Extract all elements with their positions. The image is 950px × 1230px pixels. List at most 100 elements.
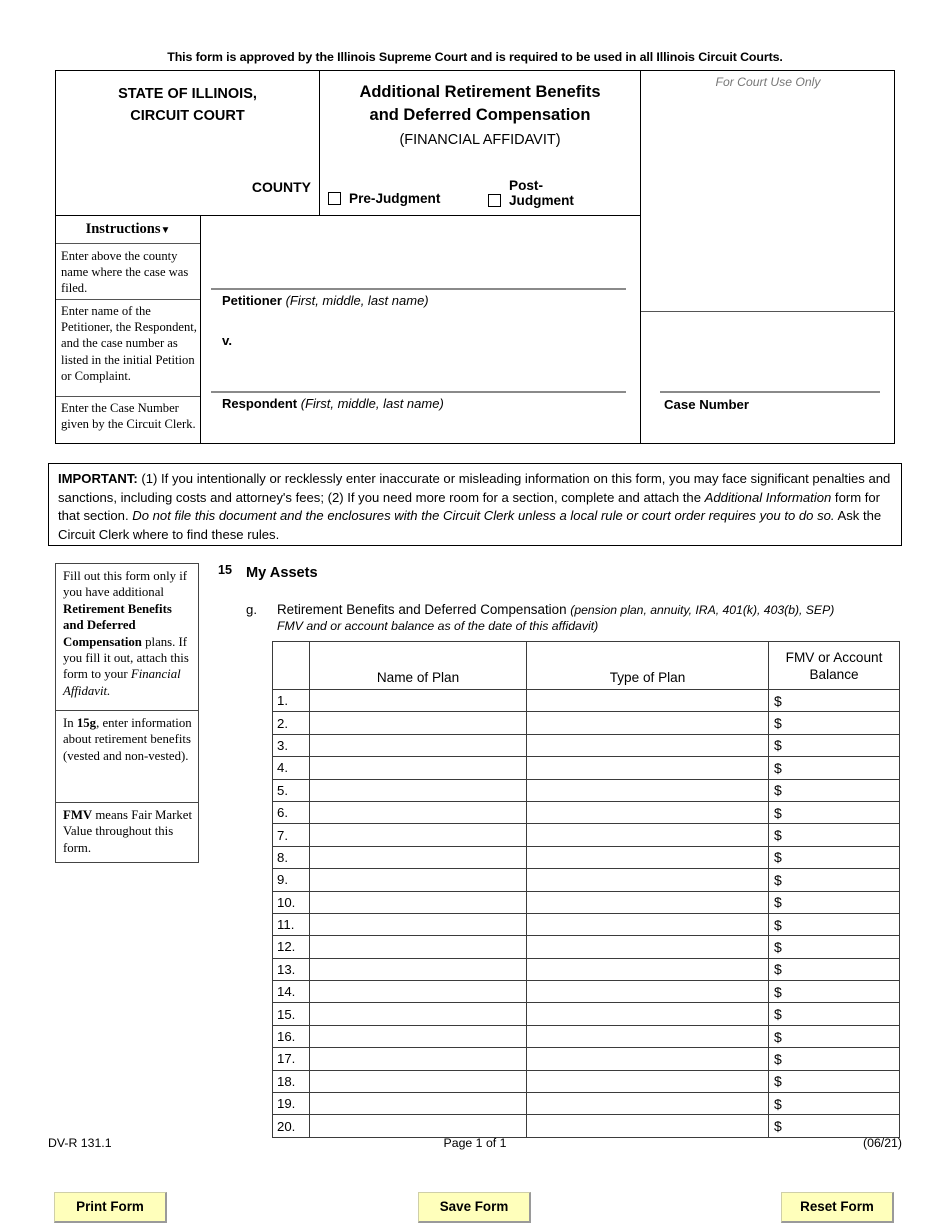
pre-judgment-option[interactable]: Pre-Judgment (328, 190, 440, 208)
print-form-button[interactable]: Print Form (54, 1192, 167, 1223)
type-of-plan-cell[interactable] (526, 912, 769, 937)
row-number-cell: 4. (272, 756, 310, 780)
fmv-balance-cell[interactable]: $ (768, 912, 900, 937)
type-of-plan-cell[interactable] (526, 1092, 769, 1116)
fmv-balance-cell[interactable]: $ (768, 733, 900, 758)
reset-form-button[interactable]: Reset Form (781, 1192, 894, 1223)
name-of-plan-cell[interactable] (309, 912, 527, 937)
section-title: My Assets (246, 565, 318, 581)
name-of-plan-cell[interactable] (309, 823, 527, 847)
fmv-balance-cell[interactable]: $ (768, 756, 900, 780)
instruction-separator-1 (56, 299, 200, 301)
name-of-plan-cell[interactable] (309, 1047, 527, 1071)
post-judgment-checkbox[interactable] (488, 194, 501, 207)
type-of-plan-cell[interactable] (526, 733, 769, 758)
respondent-input-line[interactable] (211, 391, 626, 393)
name-of-plan-cell[interactable] (309, 868, 527, 892)
name-of-plan-cell[interactable] (309, 733, 527, 758)
fmv-balance-cell[interactable]: $ (768, 688, 900, 713)
name-of-plan-cell[interactable] (309, 890, 527, 914)
header-type-of-plan: Type of Plan (526, 641, 769, 690)
fmv-balance-cell[interactable]: $ (768, 711, 900, 735)
fmv-balance-cell[interactable]: $ (768, 890, 900, 914)
instruction-note-case-number: Enter the Case Number given by the Circu… (61, 401, 196, 432)
name-of-plan-cell[interactable] (309, 957, 527, 982)
fmv-balance-cell[interactable]: $ (768, 935, 900, 959)
table-body: 1. $2. $3. $4. $5. $6. $7. $8. $9. $10. $11. $12. $1… (272, 688, 900, 1138)
instructions-header[interactable]: Instructions▼ (56, 216, 200, 243)
fmv-balance-cell[interactable]: $ (768, 980, 900, 1004)
type-of-plan-cell[interactable] (526, 980, 769, 1004)
name-of-plan-cell[interactable] (309, 845, 527, 870)
petitioner-input-line[interactable] (211, 288, 626, 290)
side-note-fmv: FMV means Fair Market Value throughout t… (55, 802, 199, 863)
type-of-plan-cell[interactable] (526, 711, 769, 735)
type-of-plan-cell[interactable] (526, 1069, 769, 1094)
fmv-balance-cell[interactable]: $ (768, 1069, 900, 1094)
fmv-balance-cell[interactable]: $ (768, 957, 900, 982)
type-of-plan-cell[interactable] (526, 890, 769, 914)
type-of-plan-cell[interactable] (526, 957, 769, 982)
type-of-plan-cell[interactable] (526, 756, 769, 780)
name-of-plan-cell[interactable] (309, 1002, 527, 1026)
name-of-plan-cell[interactable] (309, 1092, 527, 1116)
name-of-plan-cell[interactable] (309, 800, 527, 825)
item-g-title-text: Retirement Benefits and Deferred Compens… (277, 602, 567, 617)
type-of-plan-cell[interactable] (526, 688, 769, 713)
fmv-balance-cell[interactable]: $ (768, 1024, 900, 1049)
type-of-plan-cell[interactable] (526, 845, 769, 870)
for-court-use-only-label: For Court Use Only (715, 75, 821, 89)
side-note-0-segment-0: Fill out this form only if you have addi… (63, 569, 188, 600)
versus-text: v. (222, 333, 233, 348)
post-judgment-option[interactable]: Post- Judgment (488, 178, 574, 208)
row-number-cell: 3. (272, 733, 310, 758)
table-header: Name of Plan Type of Plan FMV or Account… (272, 641, 900, 690)
name-of-plan-cell[interactable] (309, 756, 527, 780)
name-of-plan-cell[interactable] (309, 935, 527, 959)
type-of-plan-cell[interactable] (526, 1114, 769, 1138)
header-fmv-line-1: FMV or Account (785, 649, 883, 665)
form-title-line-2: and Deferred Compensation (369, 106, 591, 124)
fmv-balance-cell[interactable]: $ (768, 778, 900, 802)
post-judgment-label: Post- Judgment (509, 178, 574, 208)
fmv-balance-cell[interactable]: $ (768, 823, 900, 847)
fmv-balance-cell[interactable]: $ (768, 845, 900, 870)
fmv-balance-cell[interactable]: $ (768, 1002, 900, 1026)
side-note-2-segment-0: FMV (63, 808, 93, 822)
save-form-button[interactable]: Save Form (418, 1192, 531, 1223)
type-of-plan-cell[interactable] (526, 935, 769, 959)
divider-vertical-instructions (200, 215, 202, 444)
type-of-plan-cell[interactable] (526, 778, 769, 802)
fmv-balance-cell[interactable]: $ (768, 1092, 900, 1116)
type-of-plan-cell[interactable] (526, 800, 769, 825)
type-of-plan-cell[interactable] (526, 823, 769, 847)
name-of-plan-cell[interactable] (309, 1114, 527, 1138)
fmv-balance-cell[interactable]: $ (768, 1047, 900, 1071)
type-of-plan-cell[interactable] (526, 1047, 769, 1071)
case-number-input-line[interactable] (660, 391, 880, 393)
name-of-plan-cell[interactable] (309, 778, 527, 802)
petitioner-label-text: Petitioner (222, 293, 282, 308)
fmv-balance-cell[interactable]: $ (768, 1114, 900, 1138)
instruction-note-parties: Enter name of the Petitioner, the Respon… (61, 304, 197, 383)
table-row: 4. $ (272, 756, 900, 780)
name-of-plan-cell[interactable] (309, 711, 527, 735)
table-row: 1. $ (272, 688, 900, 713)
state-line-2: CIRCUIT COURT (130, 108, 245, 124)
type-of-plan-cell[interactable] (526, 1002, 769, 1026)
name-of-plan-cell[interactable] (309, 688, 527, 713)
type-of-plan-cell[interactable] (526, 1024, 769, 1049)
fmv-balance-cell[interactable]: $ (768, 800, 900, 825)
name-of-plan-cell[interactable] (309, 980, 527, 1004)
fmv-balance-cell[interactable]: $ (768, 868, 900, 892)
row-number-cell: 20. (272, 1114, 310, 1138)
row-number-cell: 12. (272, 935, 310, 959)
row-number-cell: 17. (272, 1047, 310, 1071)
table-row: 9. $ (272, 868, 900, 892)
name-of-plan-cell[interactable] (309, 1069, 527, 1094)
type-of-plan-cell[interactable] (526, 868, 769, 892)
name-of-plan-cell[interactable] (309, 1024, 527, 1049)
pre-judgment-checkbox[interactable] (328, 192, 341, 206)
chevron-down-icon[interactable]: ▼ (161, 225, 171, 236)
pre-judgment-label: Pre-Judgment (349, 191, 441, 207)
